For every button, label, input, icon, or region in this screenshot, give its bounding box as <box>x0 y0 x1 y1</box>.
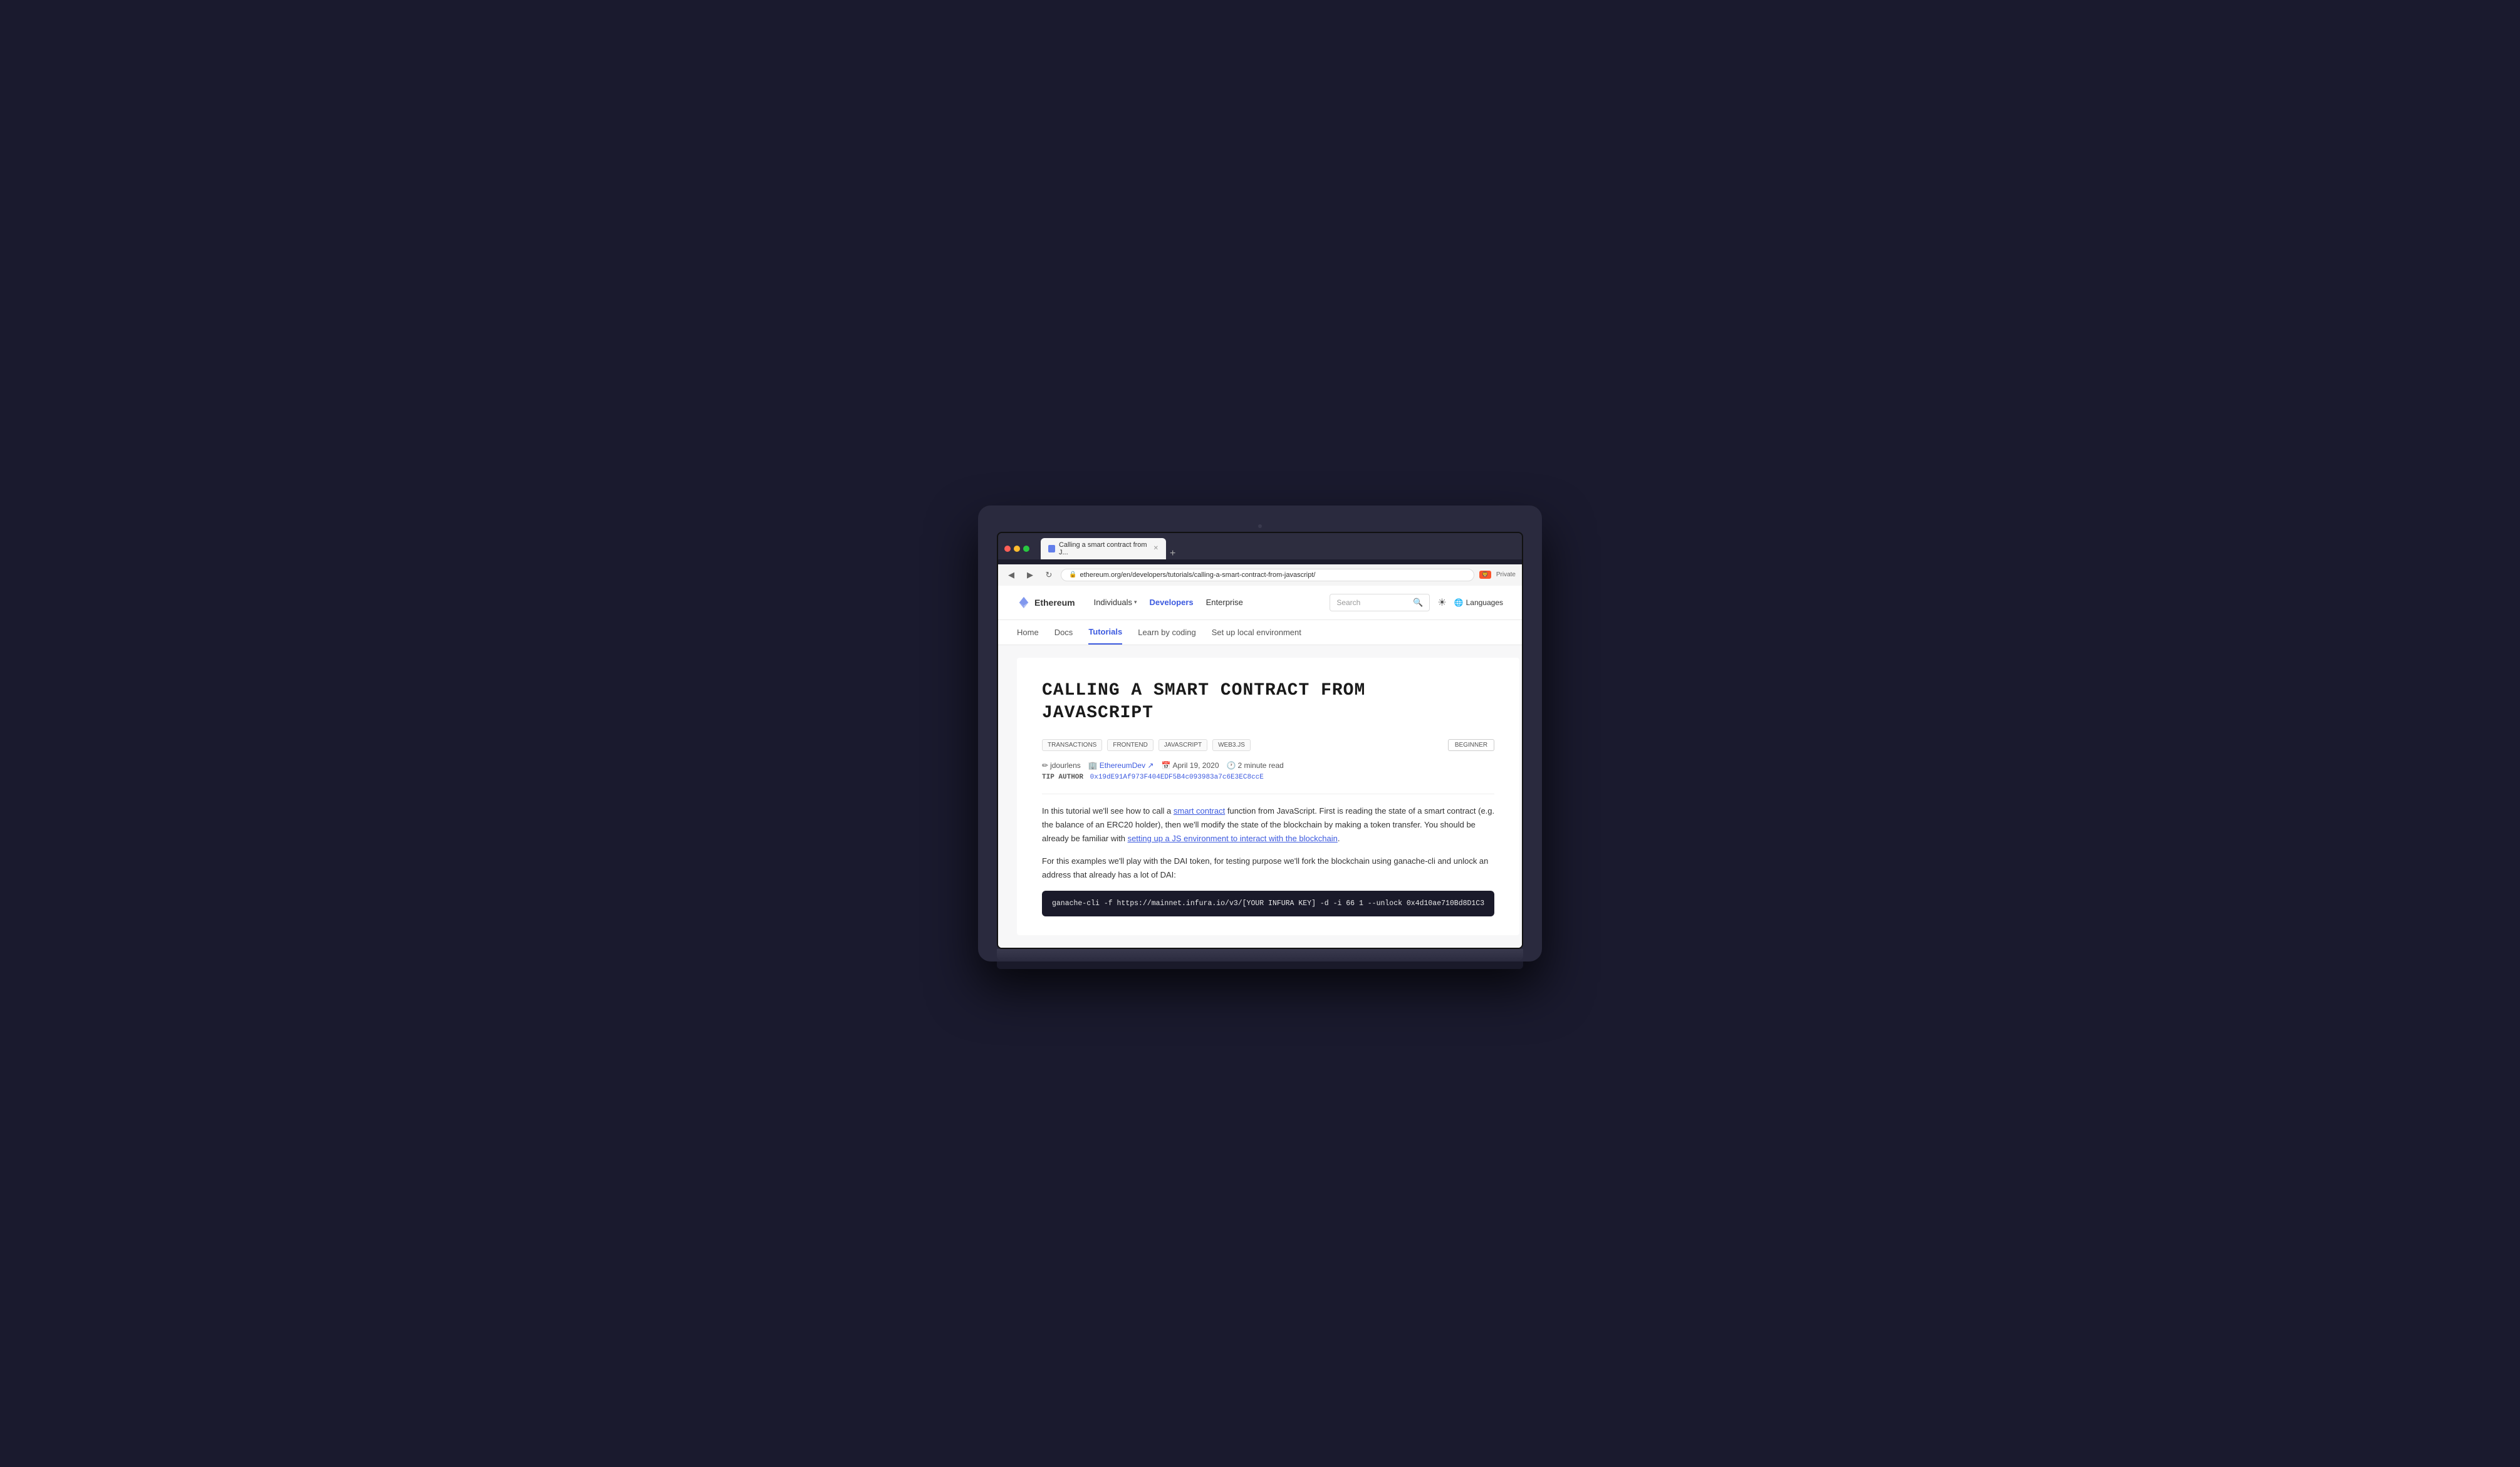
calendar-icon: 📅 <box>1161 761 1170 770</box>
chevron-down-icon: ▾ <box>1134 599 1137 606</box>
brave-shield-icon[interactable]: 🦁 <box>1479 571 1491 579</box>
lock-icon: 🔒 <box>1069 571 1076 578</box>
laptop-screen: Calling a smart contract from J... ✕ + ◀… <box>997 532 1523 949</box>
active-tab[interactable]: Calling a smart contract from J... ✕ <box>1041 538 1166 559</box>
search-box[interactable]: Search 🔍 <box>1330 594 1430 611</box>
tags-row: TRANSACTIONS FRONTEND JAVASCRIPT WEB3.JS… <box>1042 739 1494 751</box>
close-window-button[interactable] <box>1004 546 1011 552</box>
sub-nav-learn-coding[interactable]: Learn by coding <box>1138 620 1196 645</box>
address-bar[interactable]: 🔒 ethereum.org/en/developers/tutorials/c… <box>1061 569 1474 581</box>
nav-enterprise[interactable]: Enterprise <box>1206 598 1243 607</box>
para2: For this examples we'll play with the DA… <box>1042 854 1494 882</box>
read-time-meta: 🕐 2 minute read <box>1227 761 1284 770</box>
nav-developers[interactable]: Developers <box>1150 598 1194 607</box>
tab-close-button[interactable]: ✕ <box>1153 545 1158 552</box>
sub-nav-tutorials[interactable]: Tutorials <box>1088 620 1122 645</box>
author-name: jdourlens <box>1050 761 1081 770</box>
tab-favicon <box>1048 545 1055 552</box>
maximize-window-button[interactable] <box>1023 546 1029 552</box>
tip-author-row: TIP AUTHOR 0x19dE91Af973F404EDF5B4c09398… <box>1042 774 1494 781</box>
org-link[interactable]: EthereumDev ↗ <box>1100 761 1154 770</box>
main-content: CALLING A SMART CONTRACT FROMJAVASCRIPT … <box>1017 658 1519 935</box>
meta-row: ✏ jdourlens 🏢 EthereumDev ↗ 📅 April 19, … <box>1042 761 1494 770</box>
globe-icon: 🌐 <box>1454 598 1464 607</box>
js-env-link[interactable]: setting up a JS environment to interact … <box>1128 834 1338 843</box>
smart-contract-link[interactable]: smart contract <box>1174 806 1225 816</box>
tip-label: TIP AUTHOR <box>1042 774 1083 781</box>
page-title: CALLING A SMART CONTRACT FROMJAVASCRIPT <box>1042 680 1494 725</box>
sub-nav: Home Docs Tutorials Learn by coding Set … <box>998 620 1522 645</box>
browser-chrome: Calling a smart contract from J... ✕ + <box>998 533 1522 559</box>
language-selector-button[interactable]: 🌐 Languages <box>1454 598 1503 607</box>
clock-icon: 🕐 <box>1227 761 1236 770</box>
minimize-window-button[interactable] <box>1014 546 1020 552</box>
code-text: ganache-cli -f https://mainnet.infura.io… <box>1052 899 1484 908</box>
org-meta[interactable]: 🏢 EthereumDev ↗ <box>1088 761 1154 770</box>
search-placeholder-text: Search <box>1336 598 1408 607</box>
laptop-frame: Calling a smart contract from J... ✕ + ◀… <box>978 505 1542 962</box>
author-meta: ✏ jdourlens <box>1042 761 1081 770</box>
sub-nav-home[interactable]: Home <box>1017 620 1039 645</box>
theme-toggle-button[interactable]: ☀ <box>1437 596 1446 609</box>
tag-transactions[interactable]: TRANSACTIONS <box>1042 739 1102 751</box>
org-icon: 🏢 <box>1088 761 1098 770</box>
private-label: Private <box>1496 571 1516 578</box>
browser-nav-bar: ◀ ▶ ↻ 🔒 ethereum.org/en/developers/tutor… <box>998 564 1522 586</box>
laptop-base <box>997 949 1523 962</box>
tab-title: Calling a smart contract from J... <box>1059 541 1150 556</box>
tag-web3js[interactable]: WEB3.JS <box>1212 739 1251 751</box>
language-label: Languages <box>1466 598 1503 607</box>
sub-nav-setup-env[interactable]: Set up local environment <box>1212 620 1301 645</box>
browser-controls: Calling a smart contract from J... ✕ + <box>1004 538 1516 559</box>
tag-frontend[interactable]: FRONTEND <box>1107 739 1153 751</box>
private-badge: Private <box>1496 571 1516 578</box>
article-date: April 19, 2020 <box>1172 761 1219 770</box>
traffic-lights <box>1004 546 1029 552</box>
webcam <box>1258 524 1262 528</box>
site-header: Ethereum Individuals ▾ Developers Enterp… <box>998 586 1522 620</box>
difficulty-badge: BEGINNER <box>1448 739 1494 751</box>
new-tab-button[interactable]: + <box>1166 548 1179 559</box>
url-text: ethereum.org/en/developers/tutorials/cal… <box>1080 571 1315 579</box>
back-button[interactable]: ◀ <box>1004 568 1018 582</box>
reload-button[interactable]: ↻ <box>1042 568 1056 582</box>
search-icon[interactable]: 🔍 <box>1413 598 1423 608</box>
main-nav: Individuals ▾ Developers Enterprise <box>1094 598 1311 607</box>
brand-name: Ethereum <box>1034 598 1075 608</box>
ethereum-logo[interactable]: Ethereum <box>1017 596 1075 609</box>
sub-nav-docs[interactable]: Docs <box>1054 620 1073 645</box>
website-body: Ethereum Individuals ▾ Developers Enterp… <box>998 586 1522 948</box>
read-time-text: 2 minute read <box>1237 761 1283 770</box>
browser-tabs: Calling a smart contract from J... ✕ + <box>1041 538 1516 559</box>
intro-paragraph: In this tutorial we'll see how to call a… <box>1042 804 1494 846</box>
tag-javascript[interactable]: JAVASCRIPT <box>1158 739 1207 751</box>
nav-individuals[interactable]: Individuals ▾ <box>1094 598 1137 607</box>
ethereum-diamond-icon <box>1017 596 1031 609</box>
forward-button[interactable]: ▶ <box>1023 568 1037 582</box>
tip-address[interactable]: 0x19dE91Af973F404EDF5B4c093983a7c6E3EC8c… <box>1090 774 1264 781</box>
header-right: Search 🔍 ☀ 🌐 Languages <box>1330 594 1503 611</box>
content-area: CALLING A SMART CONTRACT FROMJAVASCRIPT … <box>998 645 1522 948</box>
code-block: ganache-cli -f https://mainnet.infura.io… <box>1042 891 1494 916</box>
author-icon: ✏ <box>1042 761 1048 770</box>
date-meta: 📅 April 19, 2020 <box>1161 761 1219 770</box>
